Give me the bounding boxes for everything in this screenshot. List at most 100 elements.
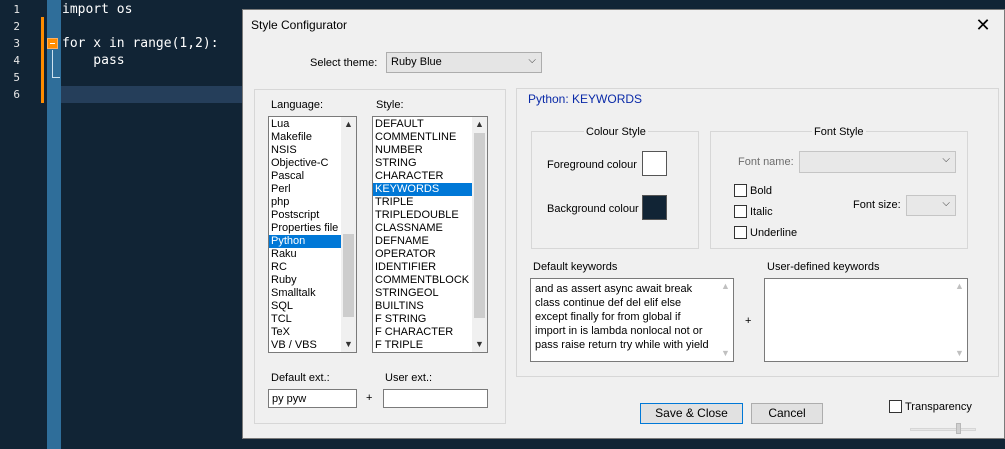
ext-plus-sign: + — [366, 392, 373, 404]
scroll-down-icon[interactable]: ▼ — [341, 337, 356, 352]
scroll-up-icon[interactable]: ▲ — [341, 117, 356, 132]
language-list-item[interactable]: VB / VBS — [269, 339, 341, 352]
scroll-down-icon[interactable]: ▼ — [718, 346, 733, 361]
font-size-select[interactable]: ⌵ — [906, 195, 956, 216]
language-list-item[interactable]: Python — [269, 235, 341, 248]
code-line-1[interactable]: import os — [62, 2, 132, 17]
style-list-item[interactable]: COMMENTLINE — [373, 131, 472, 144]
theme-select-value: Ruby Blue — [391, 56, 442, 68]
style-list-item[interactable]: DEFNAME — [373, 235, 472, 248]
chevron-down-icon: ⌵ — [942, 154, 950, 165]
select-theme-label: Select theme: — [310, 57, 378, 69]
scroll-up-icon[interactable]: ▲ — [718, 279, 733, 294]
style-items: DEFAULT COMMENTLINE NUMBER STRING CHARACTER K… — [373, 117, 487, 352]
bold-checkbox[interactable] — [734, 184, 747, 197]
foreground-colour-swatch[interactable] — [642, 151, 667, 176]
style-list-item[interactable]: OPERATOR — [373, 248, 472, 261]
close-icon[interactable]: ✕ — [972, 14, 994, 36]
style-list-item[interactable]: IDENTIFIER — [373, 261, 472, 274]
transparency-slider-thumb[interactable] — [956, 423, 961, 434]
keywords-plus-sign: + — [745, 315, 752, 327]
font-name-select[interactable]: ⌵ — [799, 151, 956, 173]
style-list-item[interactable]: F CHARACTER — [373, 326, 472, 339]
theme-select[interactable]: Ruby Blue ⌵ — [386, 52, 542, 73]
language-list-item[interactable]: Pascal — [269, 170, 341, 183]
language-list-item[interactable]: Properties file — [269, 222, 341, 235]
transparency-slider-track[interactable] — [910, 428, 976, 431]
style-list-item[interactable]: KEYWORDS — [373, 183, 472, 196]
line-number-gutter — [0, 0, 47, 449]
language-list-item[interactable]: SQL — [269, 300, 341, 313]
font-style-group — [710, 131, 968, 249]
style-list-item[interactable]: F TRIPLE — [373, 339, 472, 352]
user-keywords-box[interactable]: ▲ ▼ — [764, 278, 968, 362]
language-list-item[interactable]: Ruby — [269, 274, 341, 287]
italic-checkbox[interactable] — [734, 205, 747, 218]
fold-line — [52, 50, 53, 78]
code-line-3[interactable]: for x in range(1,2): — [62, 36, 219, 51]
scroll-up-icon[interactable]: ▲ — [952, 279, 967, 294]
save-close-button[interactable]: Save & Close — [640, 403, 743, 424]
font-style-label: Font Style — [812, 126, 866, 138]
language-list[interactable]: Lua Makefile NSIS Objective-C Pascal Perl php P… — [268, 116, 357, 353]
default-keywords-label: Default keywords — [533, 261, 618, 273]
language-list-item[interactable]: Perl — [269, 183, 341, 196]
default-keywords-box[interactable]: and as assert async await break class co… — [530, 278, 734, 362]
scroll-down-icon[interactable]: ▼ — [472, 337, 487, 352]
language-list-scrollbar[interactable]: ▲ ▼ — [341, 117, 356, 352]
underline-label: Underline — [750, 227, 798, 239]
style-list-item[interactable]: BUILTINS — [373, 300, 472, 313]
scrollbar-thumb[interactable] — [474, 133, 485, 318]
language-list-item[interactable]: php — [269, 196, 341, 209]
style-list-item[interactable]: STRING — [373, 157, 472, 170]
style-list[interactable]: DEFAULT COMMENTLINE NUMBER STRING CHARACTER K… — [372, 116, 488, 353]
fold-margin[interactable] — [47, 0, 61, 449]
user-keywords-scrollbar[interactable]: ▲ ▼ — [952, 279, 967, 361]
default-ext-field[interactable]: py pyw — [268, 389, 357, 408]
cancel-button[interactable]: Cancel — [751, 403, 823, 424]
bold-label: Bold — [750, 185, 773, 197]
language-list-item[interactable]: Raku — [269, 248, 341, 261]
scrollbar-thumb[interactable] — [343, 234, 354, 317]
language-list-item[interactable]: TCL — [269, 313, 341, 326]
background-colour-swatch[interactable] — [642, 195, 667, 220]
style-list-item[interactable]: DEFAULT — [373, 118, 472, 131]
style-list-item[interactable]: STRINGEOL — [373, 287, 472, 300]
transparency-label: Transparency — [905, 401, 972, 413]
style-list-scrollbar[interactable]: ▲ ▼ — [472, 117, 487, 352]
style-list-item[interactable]: COMMENTBLOCK — [373, 274, 472, 287]
transparency-checkbox[interactable] — [889, 400, 902, 413]
language-label: Language: — [271, 99, 323, 111]
line-number-3: 3 — [13, 37, 20, 50]
background-colour-label: Background colour — [547, 203, 639, 215]
fold-toggle-icon[interactable] — [47, 38, 58, 49]
style-list-item[interactable]: CLASSNAME — [373, 222, 472, 235]
scroll-up-icon[interactable]: ▲ — [472, 117, 487, 132]
user-ext-field[interactable] — [383, 389, 488, 408]
language-list-item[interactable]: Smalltalk — [269, 287, 341, 300]
language-list-item[interactable]: Objective-C — [269, 157, 341, 170]
fold-end — [52, 77, 60, 78]
change-history-marker — [41, 17, 44, 103]
style-list-item[interactable]: NUMBER — [373, 144, 472, 157]
language-list-item[interactable]: Lua — [269, 118, 341, 131]
user-ext-label: User ext.: — [385, 372, 433, 384]
colour-style-group — [531, 131, 699, 249]
language-list-item[interactable]: Postscript — [269, 209, 341, 222]
language-list-item[interactable]: Makefile — [269, 131, 341, 144]
underline-checkbox[interactable] — [734, 226, 747, 239]
style-list-item[interactable]: TRIPLE — [373, 196, 472, 209]
foreground-colour-label: Foreground colour — [547, 159, 637, 171]
line-number-2: 2 — [13, 20, 20, 33]
scroll-down-icon[interactable]: ▼ — [952, 346, 967, 361]
line-number-1: 1 — [13, 3, 20, 16]
style-list-item[interactable]: F STRING — [373, 313, 472, 326]
style-list-item[interactable]: TRIPLEDOUBLE — [373, 209, 472, 222]
default-keywords-scrollbar[interactable]: ▲ ▼ — [718, 279, 733, 361]
style-list-item[interactable]: CHARACTER — [373, 170, 472, 183]
code-line-4[interactable]: pass — [62, 53, 124, 68]
language-list-item[interactable]: NSIS — [269, 144, 341, 157]
chevron-down-icon: ⌵ — [942, 198, 950, 209]
language-list-item[interactable]: RC — [269, 261, 341, 274]
language-list-item[interactable]: TeX — [269, 326, 341, 339]
